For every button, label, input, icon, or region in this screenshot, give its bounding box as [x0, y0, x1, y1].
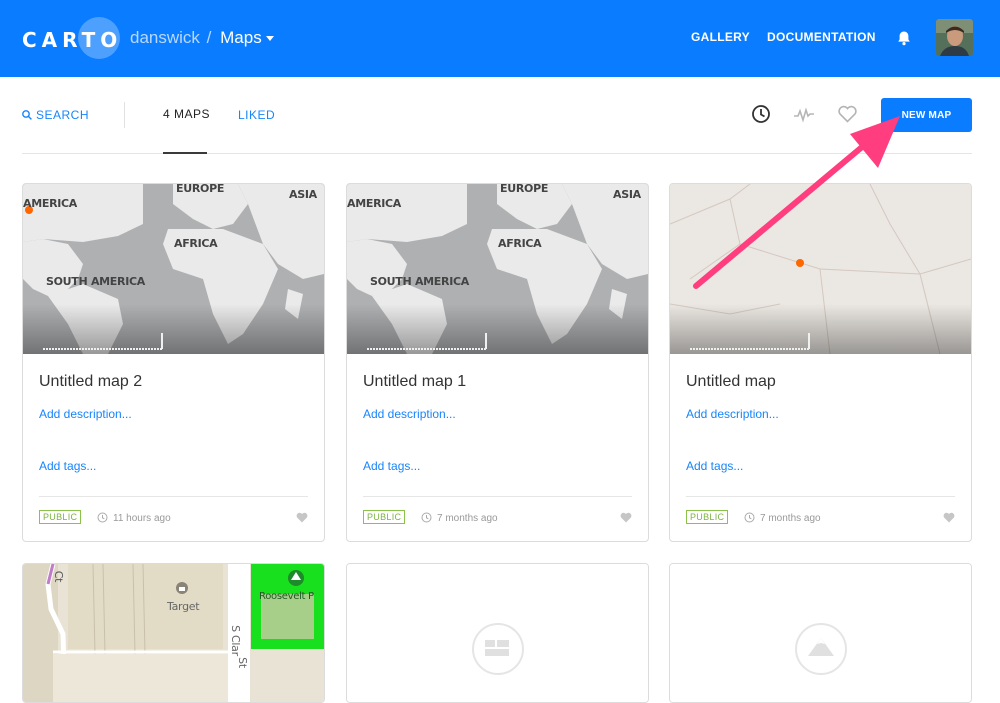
map-card[interactable]: EUROPE ASIA AMERICA AFRICA SOUTH AMERICA… [346, 183, 649, 542]
divider [124, 102, 125, 128]
map-label-europe: EUROPE [500, 183, 549, 195]
updated-time: 7 months ago [744, 512, 821, 524]
updated-text: 7 months ago [760, 513, 821, 524]
updated-text: 11 hours ago [113, 513, 171, 524]
map-label-south-america: SOUTH AMERICA [46, 275, 145, 288]
add-description-link[interactable]: Add description... [686, 407, 779, 421]
map-card[interactable]: Ct Target Roosevelt P S Clar St [22, 563, 325, 703]
street-label-ct: Ct [52, 570, 66, 583]
card-divider [686, 496, 955, 497]
map-label-africa: AFRICA [174, 237, 218, 250]
card-divider [363, 496, 632, 497]
privacy-badge[interactable]: PUBLIC [686, 510, 729, 524]
privacy-badge[interactable]: PUBLIC [39, 510, 82, 524]
clock-icon[interactable] [751, 104, 771, 129]
heart-icon[interactable] [837, 104, 858, 129]
clock-icon [744, 512, 755, 523]
map-thumbnail-placeholder[interactable] [347, 564, 648, 702]
new-map-button[interactable]: NEW MAP [881, 98, 972, 132]
map-label-south-america: SOUTH AMERICA [370, 275, 469, 288]
section-label: Maps [220, 28, 262, 47]
add-tags-link[interactable]: Add tags... [686, 459, 743, 473]
breadcrumb-separator: / [206, 28, 212, 47]
tab-liked[interactable]: LIKED [238, 108, 275, 122]
map-label-america: AMERICA [23, 197, 78, 210]
poi-label-target: Target [167, 600, 200, 613]
search-button[interactable]: SEARCH [22, 108, 89, 122]
updated-time: 11 hours ago [97, 512, 171, 524]
map-thumbnail-placeholder[interactable] [670, 564, 971, 702]
add-tags-link[interactable]: Add tags... [39, 459, 96, 473]
activity-icon[interactable] [793, 104, 815, 129]
add-description-link[interactable]: Add description... [39, 407, 132, 421]
poi-label-roosevelt: Roosevelt P [259, 591, 314, 602]
maps-toolbar: SEARCH 4 MAPS LIKED NEW MAP [22, 90, 972, 154]
clock-icon [97, 512, 108, 523]
map-thumbnail[interactable] [670, 184, 971, 355]
map-label-africa: AFRICA [498, 237, 542, 250]
add-tags-link[interactable]: Add tags... [363, 459, 420, 473]
search-icon [22, 110, 32, 120]
breadcrumb: danswick / Maps [130, 28, 274, 48]
like-heart-icon[interactable] [296, 510, 308, 528]
privacy-badge[interactable]: PUBLIC [363, 510, 406, 524]
add-description-link[interactable]: Add description... [363, 407, 456, 421]
scale-bar [690, 333, 810, 350]
updated-time: 7 months ago [421, 512, 498, 524]
map-thumbnail[interactable]: Ct Target Roosevelt P S Clar St [23, 564, 324, 702]
like-heart-icon[interactable] [943, 510, 955, 528]
like-heart-icon[interactable] [620, 510, 632, 528]
map-label-asia: ASIA [613, 188, 641, 201]
map-label-europe: EUROPE [176, 183, 225, 195]
map-card[interactable]: EUROPE ASIA AMERICA AFRICA SOUTH AMERICA… [22, 183, 325, 542]
map-title[interactable]: Untitled map [686, 373, 776, 391]
bell-icon[interactable] [896, 30, 912, 46]
avatar[interactable] [936, 19, 973, 56]
map-card[interactable]: Untitled map Add description... Add tags… [669, 183, 972, 542]
map-label-asia: ASIA [289, 188, 317, 201]
tab-maps[interactable]: 4 MAPS [163, 107, 210, 121]
updated-text: 7 months ago [437, 513, 498, 524]
map-card[interactable] [669, 563, 972, 703]
chevron-down-icon [265, 36, 274, 42]
nav-gallery[interactable]: GALLERY [691, 30, 750, 44]
scale-bar [43, 333, 163, 350]
map-title[interactable]: Untitled map 2 [39, 373, 142, 391]
map-thumbnail[interactable]: EUROPE ASIA AMERICA AFRICA SOUTH AMERICA [347, 184, 648, 354]
top-header: CARTO danswick / Maps GALLERY DOCUMENTAT… [0, 0, 1000, 77]
map-card[interactable] [346, 563, 649, 703]
map-thumbnail[interactable]: EUROPE ASIA AMERICA AFRICA SOUTH AMERICA [23, 184, 324, 354]
logo-text: CARTO [22, 28, 123, 52]
active-tab-indicator [163, 152, 207, 154]
street-label-st: St [235, 657, 249, 668]
card-divider [39, 496, 308, 497]
map-title[interactable]: Untitled map 1 [363, 373, 466, 391]
clock-icon [421, 512, 432, 523]
section-dropdown[interactable]: Maps [220, 28, 274, 47]
search-label: SEARCH [36, 108, 90, 122]
breadcrumb-user[interactable]: danswick [130, 28, 200, 47]
carto-logo[interactable]: CARTO [20, 17, 120, 59]
building-icon [485, 640, 495, 647]
nav-documentation[interactable]: DOCUMENTATION [767, 30, 876, 44]
map-label-america: AMERICA [347, 197, 402, 210]
street-label-clark: S Clar [228, 625, 242, 656]
scale-bar [367, 333, 487, 350]
